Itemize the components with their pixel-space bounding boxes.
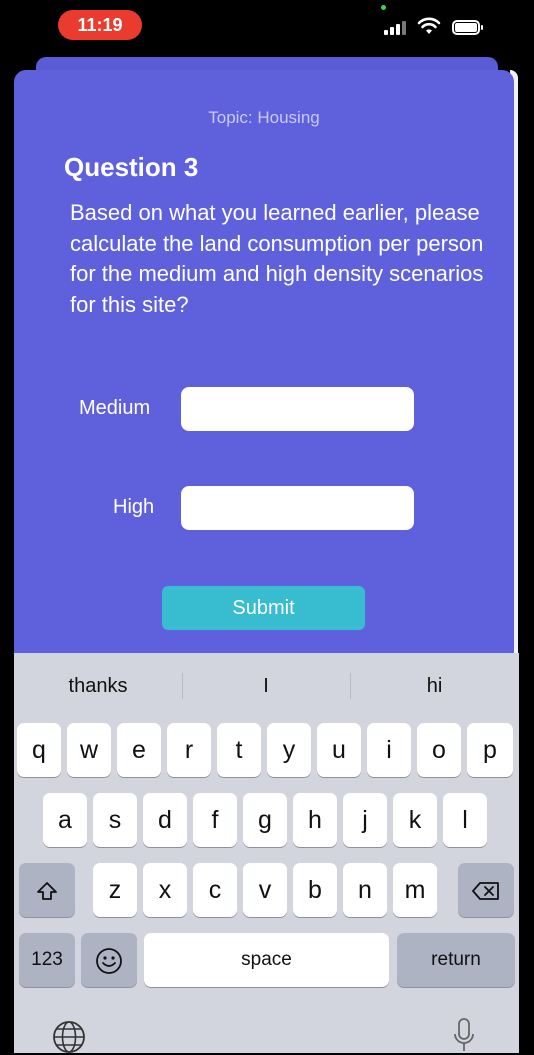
shift-key[interactable] [19, 863, 75, 917]
return-key[interactable]: return [397, 933, 515, 987]
key-m[interactable]: m [393, 863, 437, 917]
status-bar: 11:19 [0, 0, 534, 52]
key-i[interactable]: i [367, 723, 411, 777]
key-y[interactable]: y [267, 723, 311, 777]
question-title: Question 3 [64, 152, 199, 182]
key-z[interactable]: z [93, 863, 137, 917]
backspace-icon [472, 882, 499, 901]
space-key[interactable]: space [144, 933, 389, 987]
topic-label: Topic: Housing [208, 108, 320, 127]
key-h[interactable]: h [293, 793, 337, 847]
key-l[interactable]: l [443, 793, 487, 847]
key-u[interactable]: u [317, 723, 361, 777]
key-n[interactable]: n [343, 863, 387, 917]
cellular-signal-icon [384, 21, 408, 35]
key-w[interactable]: w [67, 723, 111, 777]
key-p[interactable]: p [467, 723, 513, 777]
emoji-icon [96, 948, 122, 975]
key-x[interactable]: x [143, 863, 187, 917]
globe-icon[interactable] [51, 1019, 87, 1055]
high-input[interactable] [181, 486, 414, 530]
question-text: Based on what you learned earlier, pleas… [70, 200, 484, 317]
shift-icon [37, 882, 57, 901]
suggestion-bar: thanks I hi [14, 653, 519, 719]
key-t[interactable]: t [217, 723, 261, 777]
key-j[interactable]: j [343, 793, 387, 847]
key-v[interactable]: v [243, 863, 287, 917]
key-k[interactable]: k [393, 793, 437, 847]
emoji-key[interactable] [81, 933, 137, 987]
medium-input[interactable] [181, 387, 414, 431]
key-q[interactable]: q [17, 723, 61, 777]
privacy-indicator [381, 5, 386, 10]
wifi-icon [417, 17, 441, 34]
key-c[interactable]: c [193, 863, 237, 917]
delete-key[interactable] [458, 863, 514, 917]
key-f[interactable]: f [193, 793, 237, 847]
submit-button[interactable]: Submit [162, 586, 365, 630]
key-g[interactable]: g [243, 793, 287, 847]
on-screen-keyboard: thanks I hi q w e r t y u i o p a s d f … [14, 653, 519, 1053]
key-d[interactable]: d [143, 793, 187, 847]
key-a[interactable]: a [43, 793, 87, 847]
key-r[interactable]: r [167, 723, 211, 777]
suggestion-2[interactable]: I [182, 653, 350, 719]
numbers-key[interactable]: 123 [19, 933, 75, 987]
microphone-icon[interactable] [452, 1017, 476, 1055]
battery-icon [452, 20, 483, 35]
suggestion-3[interactable]: hi [350, 653, 519, 719]
key-o[interactable]: o [417, 723, 461, 777]
key-b[interactable]: b [293, 863, 337, 917]
question-card: Topic: Housing Question 3 Based on what … [14, 70, 514, 670]
high-label: High [113, 496, 155, 518]
key-e[interactable]: e [117, 723, 161, 777]
status-time: 11:19 [58, 10, 142, 40]
key-s[interactable]: s [93, 793, 137, 847]
medium-label: Medium [79, 397, 151, 419]
suggestion-1[interactable]: thanks [14, 653, 182, 719]
